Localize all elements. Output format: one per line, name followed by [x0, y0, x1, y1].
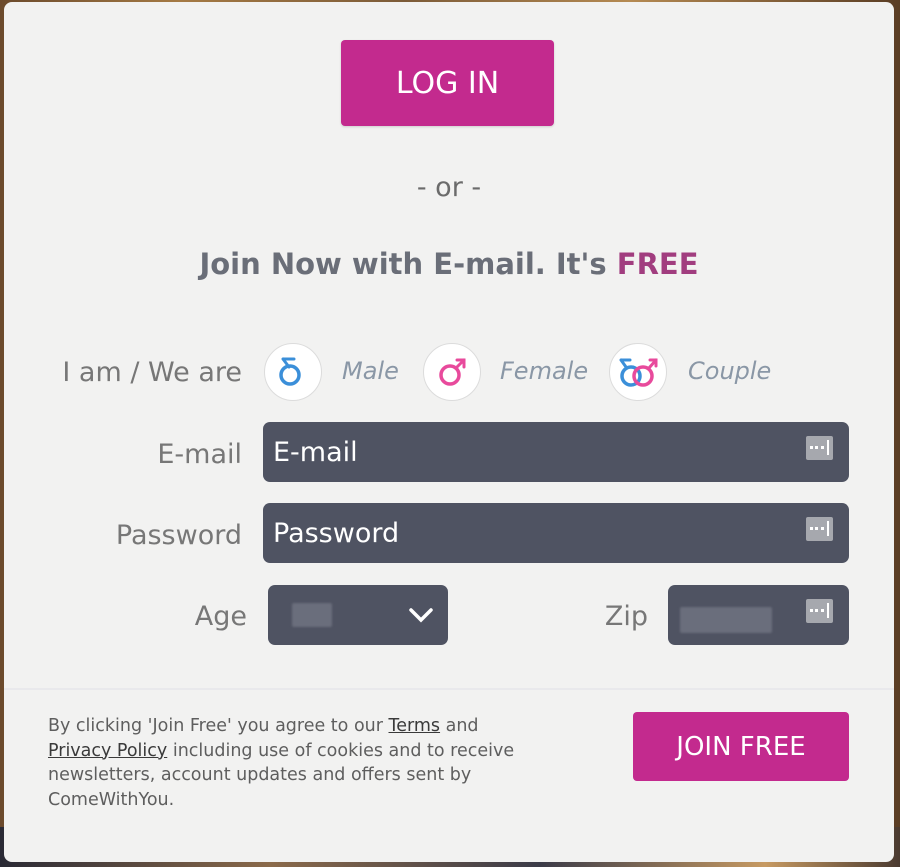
zip-value-placeholder: [680, 607, 772, 633]
signup-modal: LOG IN - or - Join Now with E-mail. It's…: [4, 2, 894, 862]
age-select[interactable]: [268, 585, 448, 645]
email-field-wrapper: [263, 422, 849, 482]
autofill-key-icon[interactable]: [806, 517, 833, 541]
password-label: Password: [115, 520, 242, 551]
join-free-button[interactable]: JOIN FREE: [633, 712, 849, 781]
zip-label: Zip: [604, 601, 648, 632]
female-label[interactable]: Female: [500, 357, 588, 385]
password-field[interactable]: [273, 517, 793, 549]
free-highlight: FREE: [616, 247, 699, 281]
privacy-policy-link[interactable]: Privacy Policy: [48, 741, 167, 761]
male-option[interactable]: [264, 343, 322, 401]
male-label[interactable]: Male: [342, 357, 399, 385]
or-separator: - or -: [416, 172, 482, 203]
autofill-key-icon[interactable]: [806, 436, 833, 460]
gender-label: I am / We are: [62, 357, 242, 388]
divider: [4, 688, 894, 690]
age-label: Age: [194, 601, 247, 632]
email-label: E-mail: [157, 439, 242, 470]
join-heading-text: Join Now with E-mail. It's: [199, 247, 617, 281]
login-button[interactable]: LOG IN: [341, 40, 554, 126]
terms-link[interactable]: Terms: [389, 716, 441, 736]
zip-field[interactable]: [668, 585, 849, 645]
join-heading: Join Now with E-mail. It's FREE: [4, 247, 894, 281]
password-field-wrapper: [263, 503, 849, 563]
couple-label[interactable]: Couple: [688, 357, 771, 385]
terms-disclaimer: By clicking 'Join Free' you agree to our…: [48, 714, 578, 812]
autofill-key-icon[interactable]: [806, 599, 833, 623]
age-value-placeholder: [292, 603, 332, 627]
disclaimer-text: By clicking 'Join Free' you agree to our: [48, 716, 389, 736]
female-icon: [439, 358, 466, 386]
email-field[interactable]: [273, 436, 793, 468]
chevron-down-icon: [409, 608, 433, 623]
couple-option[interactable]: [609, 343, 667, 401]
couple-icon: [619, 358, 658, 387]
disclaimer-text: and: [440, 716, 479, 736]
male-icon: [279, 357, 301, 386]
female-option[interactable]: [423, 343, 481, 401]
